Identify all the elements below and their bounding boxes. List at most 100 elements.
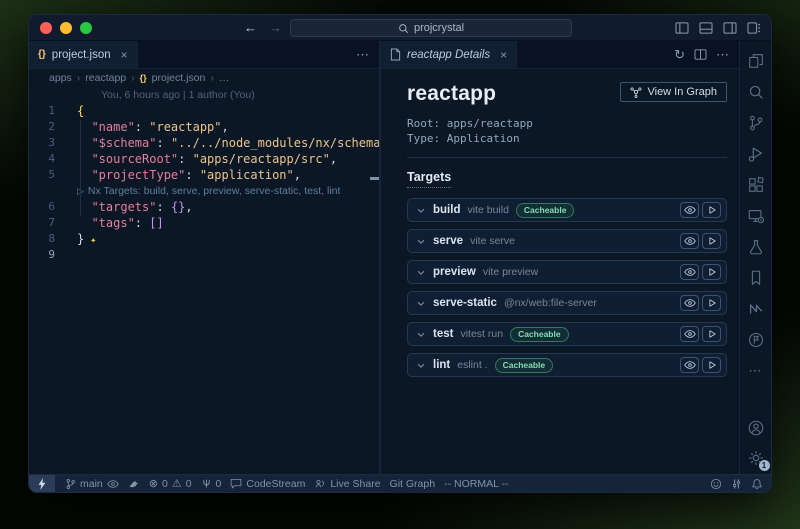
extensions-icon[interactable] xyxy=(746,175,766,195)
project-details-panel: reactapp View In Graph Root: apps/reacta… xyxy=(381,69,739,474)
settings-gear-icon[interactable]: 1 xyxy=(746,448,766,468)
chevron-down-icon[interactable] xyxy=(416,361,426,370)
eye-icon xyxy=(684,267,696,277)
breadcrumb-item[interactable]: reactapp xyxy=(85,72,126,84)
navigate-back-icon[interactable]: ← xyxy=(244,20,257,35)
git-graph-item[interactable]: Git Graph xyxy=(390,478,436,490)
more-actions-icon[interactable]: ⋯ xyxy=(716,47,729,63)
code-line: 5 "projectType": "application", xyxy=(29,167,379,183)
code-token: "reactapp" xyxy=(149,120,221,134)
navigate-forward-icon[interactable]: → xyxy=(269,20,282,35)
targets-heading: Targets xyxy=(407,170,451,188)
refresh-icon[interactable]: ↻ xyxy=(674,47,685,63)
tabbar-left: {} project.json × ⋯ xyxy=(29,41,379,69)
target-row[interactable]: serve-static @nx/web:file-server xyxy=(407,291,727,315)
comment-icon xyxy=(230,478,242,489)
source-control-icon[interactable] xyxy=(746,113,766,133)
flag-circle-icon[interactable] xyxy=(746,330,766,350)
target-row[interactable]: lint eslint . Cacheable xyxy=(407,353,727,377)
breadcrumb-item[interactable]: project.json xyxy=(152,72,206,84)
chevron-down-icon[interactable] xyxy=(416,237,426,246)
tab-project-json[interactable]: {} project.json × xyxy=(29,41,138,68)
account-icon[interactable] xyxy=(746,418,766,438)
target-row[interactable]: preview vite preview xyxy=(407,260,727,284)
vim-mode-indicator[interactable]: -- NORMAL -- xyxy=(444,478,508,490)
chevron-down-icon[interactable] xyxy=(416,268,426,277)
problems-indicator[interactable]: ⊗0 ⚠0 xyxy=(149,477,192,490)
breadcrumb-item[interactable]: apps xyxy=(49,72,72,84)
command-center-search[interactable]: projcrystal xyxy=(290,19,572,37)
run-target-button[interactable] xyxy=(702,264,721,280)
view-target-button[interactable] xyxy=(680,357,699,373)
split-editor-icon[interactable] xyxy=(694,49,707,60)
additional-views-icon[interactable]: ⋯ xyxy=(746,361,766,381)
view-in-graph-button[interactable]: View In Graph xyxy=(620,82,727,102)
codelens-row[interactable]: ▷Nx Targets: build, serve, preview, serv… xyxy=(29,183,379,199)
minimize-window-button[interactable] xyxy=(60,22,72,34)
project-type: Type: Application xyxy=(407,131,727,146)
toggle-secondary-sidebar-icon[interactable] xyxy=(723,22,737,34)
run-debug-icon[interactable] xyxy=(746,144,766,164)
view-target-button[interactable] xyxy=(680,233,699,249)
breadcrumb[interactable]: apps›reactapp›{}project.json›… xyxy=(29,69,379,87)
run-target-button[interactable] xyxy=(702,295,721,311)
graph-icon xyxy=(630,86,642,98)
toggle-primary-sidebar-icon[interactable] xyxy=(675,22,689,34)
cacheable-badge: Cacheable xyxy=(510,327,569,342)
overview-ruler-mark xyxy=(370,177,379,180)
live-share-item[interactable]: Live Share xyxy=(314,478,380,490)
view-target-button[interactable] xyxy=(680,202,699,218)
code-token: [] xyxy=(149,216,163,230)
code-token: : xyxy=(185,168,199,182)
test-beaker-icon[interactable] xyxy=(746,237,766,257)
toggle-panel-icon[interactable] xyxy=(699,22,713,34)
close-window-button[interactable] xyxy=(40,22,52,34)
feedback-smiley-icon[interactable] xyxy=(710,478,722,490)
remote-indicator[interactable] xyxy=(29,475,55,492)
view-in-graph-label: View In Graph xyxy=(647,86,717,98)
customize-layout-icon[interactable] xyxy=(747,22,761,34)
run-target-button[interactable] xyxy=(702,326,721,342)
code-editor[interactable]: You, 6 hours ago | 1 author (You)1{2 "na… xyxy=(29,87,379,474)
activity-bar: ⋯ 1 xyxy=(739,41,771,474)
eye-icon[interactable] xyxy=(107,479,119,489)
search-icon[interactable] xyxy=(746,82,766,102)
eye-icon xyxy=(684,236,696,246)
tab-reactapp-details[interactable]: reactapp Details × xyxy=(381,41,517,68)
explorer-icon[interactable] xyxy=(746,51,766,71)
target-row[interactable]: test vitest run Cacheable xyxy=(407,322,727,346)
close-tab-icon[interactable]: × xyxy=(500,48,507,62)
chevron-down-icon[interactable] xyxy=(416,299,426,308)
close-tab-icon[interactable]: × xyxy=(121,48,128,62)
ports-indicator[interactable]: 0 xyxy=(201,478,222,490)
view-target-button[interactable] xyxy=(680,326,699,342)
remote-explorer-icon[interactable] xyxy=(746,206,766,226)
bookmark-icon[interactable] xyxy=(746,268,766,288)
breadcrumb-item[interactable]: … xyxy=(219,72,230,84)
nx-console-icon[interactable] xyxy=(746,299,766,319)
run-target-button[interactable] xyxy=(702,202,721,218)
maximize-window-button[interactable] xyxy=(80,22,92,34)
chevron-down-icon[interactable] xyxy=(416,330,426,339)
blame-annotation: You, 6 hours ago | 1 author (You) xyxy=(29,88,379,103)
codestream-item[interactable]: CodeStream xyxy=(230,478,305,490)
bell-icon[interactable] xyxy=(751,478,763,490)
bird-icon[interactable] xyxy=(128,478,140,489)
target-row[interactable]: serve vite serve xyxy=(407,229,727,253)
code-token: "$schema" xyxy=(77,136,156,150)
equalizer-icon[interactable] xyxy=(731,478,742,490)
branch-indicator[interactable]: main xyxy=(65,478,119,490)
code-token: , xyxy=(222,120,229,134)
run-target-button[interactable] xyxy=(702,233,721,249)
view-target-button[interactable] xyxy=(680,295,699,311)
target-name: serve xyxy=(433,235,463,247)
code-token: {} xyxy=(171,200,185,214)
target-row[interactable]: build vite build Cacheable xyxy=(407,198,727,222)
more-actions-icon[interactable]: ⋯ xyxy=(356,47,369,63)
run-target-button[interactable] xyxy=(702,357,721,373)
chevron-down-icon[interactable] xyxy=(416,206,426,215)
view-target-button[interactable] xyxy=(680,264,699,280)
codelens-text[interactable]: Nx Targets: build, serve, preview, serve… xyxy=(88,183,341,199)
play-icon xyxy=(707,298,717,308)
vscode-window: ← → projcrystal {} project.json × xyxy=(28,14,772,493)
